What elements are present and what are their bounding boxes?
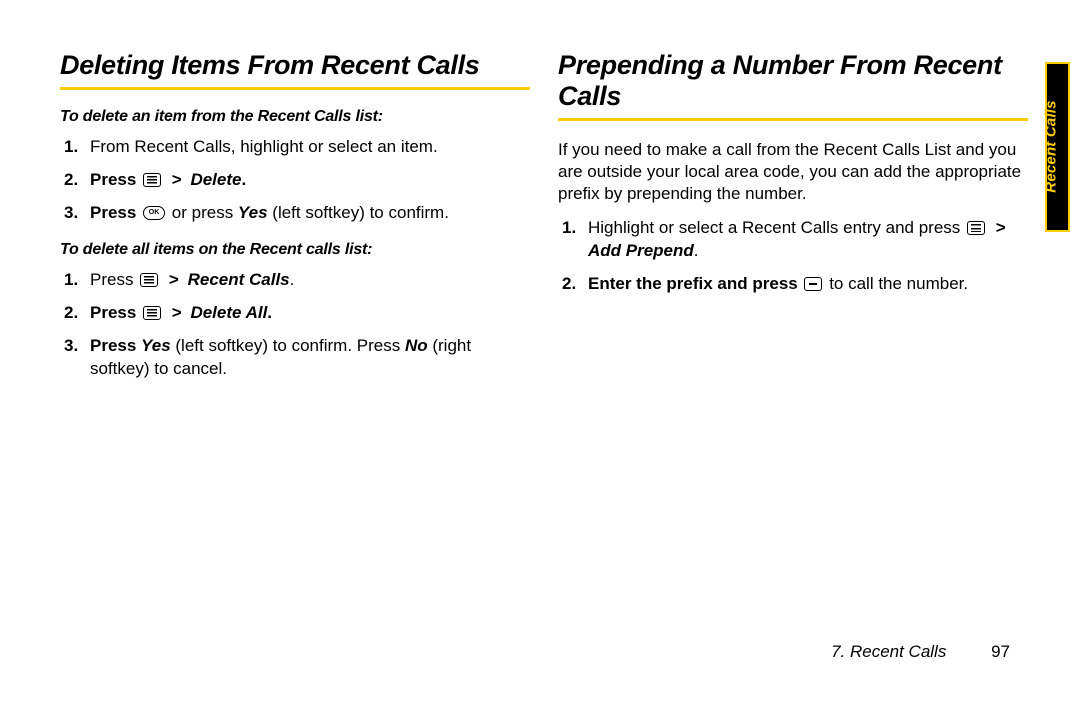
- section-tab-label: Recent Calls: [1043, 100, 1060, 192]
- intro-delete-all: To delete all items on the Recent calls …: [60, 241, 530, 259]
- intro-paragraph: If you need to make a call from the Rece…: [558, 139, 1028, 205]
- step-text: or press: [172, 203, 238, 222]
- step-text: Highlight or select a Recent Calls entry…: [588, 218, 965, 237]
- step-text: (left softkey) to confirm.: [272, 203, 449, 222]
- gt-symbol: >: [172, 303, 182, 322]
- command-text: Add Prepend: [588, 241, 694, 260]
- softkey-yes: Yes: [141, 336, 171, 355]
- ok-key-icon: [143, 206, 165, 220]
- menu-key-icon: [143, 306, 161, 320]
- chapter-label: 7. Recent Calls: [831, 642, 946, 661]
- two-column-layout: Deleting Items From Recent Calls To dele…: [0, 0, 1080, 391]
- punct: .: [694, 241, 699, 260]
- step: From Recent Calls, highlight or select a…: [84, 136, 530, 159]
- section-tab: Recent Calls: [1045, 62, 1070, 232]
- step-text: (left softkey) to confirm. Press: [171, 336, 405, 355]
- menu-key-icon: [140, 273, 158, 287]
- steps-delete-item: From Recent Calls, highlight or select a…: [60, 136, 530, 225]
- page-footer: 7. Recent Calls 97: [831, 642, 1010, 662]
- punct: .: [290, 270, 295, 289]
- step-text: Press: [90, 203, 141, 222]
- heading-deleting: Deleting Items From Recent Calls: [60, 50, 530, 81]
- menu-key-icon: [967, 221, 985, 235]
- step-text: From Recent Calls, highlight or select a…: [90, 137, 438, 156]
- step: Enter the prefix and press to call the n…: [582, 273, 1028, 296]
- heading-prepending: Prepending a Number From Recent Calls: [558, 50, 1028, 112]
- step-text: Enter the prefix and press: [588, 274, 802, 293]
- command-text: Delete All: [190, 303, 267, 322]
- step-text: Press: [90, 303, 141, 322]
- gt-symbol: >: [172, 170, 182, 189]
- steps-prepend: Highlight or select a Recent Calls entry…: [558, 217, 1028, 296]
- step: Highlight or select a Recent Calls entry…: [582, 217, 1028, 263]
- softkey-yes: Yes: [238, 203, 268, 222]
- command-text: Delete: [190, 170, 241, 189]
- manual-page: Recent Calls Deleting Items From Recent …: [0, 0, 1080, 720]
- heading-underline: [558, 118, 1028, 121]
- gt-symbol: >: [996, 218, 1006, 237]
- step-text: Press: [90, 170, 141, 189]
- step: Press > Recent Calls.: [84, 269, 530, 292]
- heading-underline: [60, 87, 530, 90]
- step: Press or press Yes (left softkey) to con…: [84, 202, 530, 225]
- step-text: to call the number.: [829, 274, 968, 293]
- steps-delete-all: Press > Recent Calls. Press > Delete All…: [60, 269, 530, 381]
- step: Press Yes (left softkey) to confirm. Pre…: [84, 335, 530, 381]
- softkey-no: No: [405, 336, 428, 355]
- gt-symbol: >: [169, 270, 179, 289]
- punct: .: [267, 303, 272, 322]
- call-key-icon: [804, 277, 822, 291]
- step: Press > Delete.: [84, 169, 530, 192]
- step: Press > Delete All.: [84, 302, 530, 325]
- page-number: 97: [991, 642, 1010, 661]
- intro-delete-item: To delete an item from the Recent Calls …: [60, 108, 530, 126]
- menu-key-icon: [143, 173, 161, 187]
- step-text: Press: [90, 336, 141, 355]
- step-text: Press: [90, 270, 138, 289]
- left-column: Deleting Items From Recent Calls To dele…: [60, 50, 530, 391]
- punct: .: [241, 170, 246, 189]
- right-column: Prepending a Number From Recent Calls If…: [558, 50, 1028, 391]
- command-text: Recent Calls: [188, 270, 290, 289]
